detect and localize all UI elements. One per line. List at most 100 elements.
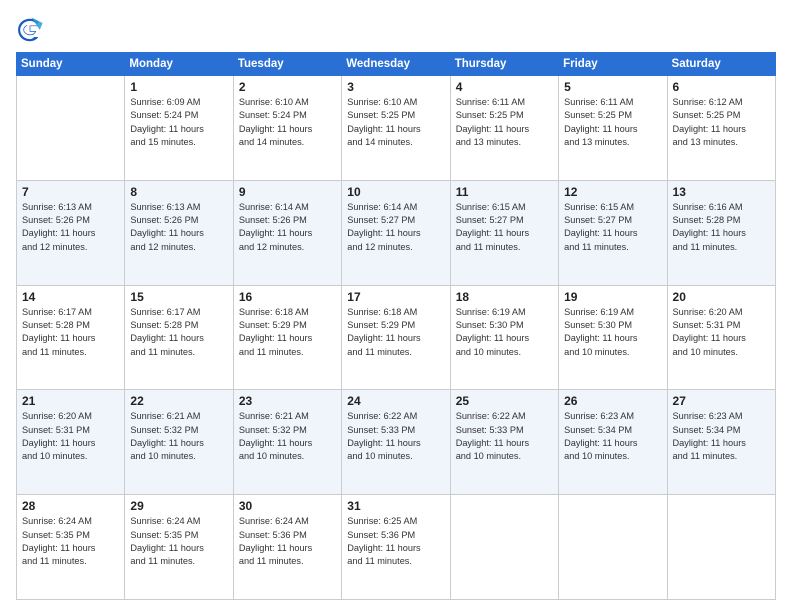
day-info: Sunrise: 6:12 AM Sunset: 5:25 PM Dayligh… [673, 96, 770, 149]
day-info: Sunrise: 6:18 AM Sunset: 5:29 PM Dayligh… [239, 306, 336, 359]
calendar-week-row: 1 Sunrise: 6:09 AM Sunset: 5:24 PM Daylig… [17, 76, 776, 181]
calendar-cell: 29 Sunrise: 6:24 AM Sunset: 5:35 PM Dayli… [125, 495, 233, 600]
calendar-cell: 31 Sunrise: 6:25 AM Sunset: 5:36 PM Dayli… [342, 495, 450, 600]
day-info: Sunrise: 6:13 AM Sunset: 5:26 PM Dayligh… [22, 201, 119, 254]
calendar-cell: 2 Sunrise: 6:10 AM Sunset: 5:24 PM Daylig… [233, 76, 341, 181]
day-number: 7 [22, 185, 119, 199]
day-info: Sunrise: 6:10 AM Sunset: 5:25 PM Dayligh… [347, 96, 444, 149]
logo-icon [16, 16, 44, 44]
calendar-cell: 18 Sunrise: 6:19 AM Sunset: 5:30 PM Dayli… [450, 285, 558, 390]
day-info: Sunrise: 6:25 AM Sunset: 5:36 PM Dayligh… [347, 515, 444, 568]
day-info: Sunrise: 6:24 AM Sunset: 5:35 PM Dayligh… [22, 515, 119, 568]
day-info: Sunrise: 6:11 AM Sunset: 5:25 PM Dayligh… [456, 96, 553, 149]
header [16, 12, 776, 44]
calendar-cell [667, 495, 775, 600]
calendar-cell: 21 Sunrise: 6:20 AM Sunset: 5:31 PM Dayli… [17, 390, 125, 495]
calendar-week-row: 14 Sunrise: 6:17 AM Sunset: 5:28 PM Dayli… [17, 285, 776, 390]
calendar-table: SundayMondayTuesdayWednesdayThursdayFrid… [16, 52, 776, 600]
day-info: Sunrise: 6:24 AM Sunset: 5:35 PM Dayligh… [130, 515, 227, 568]
day-number: 6 [673, 80, 770, 94]
calendar-cell: 10Sunrise: 6:14 AM Sunset: 5:27 PM Dayli… [342, 180, 450, 285]
day-info: Sunrise: 6:23 AM Sunset: 5:34 PM Dayligh… [564, 410, 661, 463]
day-info: Sunrise: 6:14 AM Sunset: 5:26 PM Dayligh… [239, 201, 336, 254]
day-number: 15 [130, 290, 227, 304]
calendar-header: SundayMondayTuesdayWednesdayThursdayFrid… [17, 53, 776, 76]
weekday-header: Saturday [667, 53, 775, 76]
calendar-cell: 16Sunrise: 6:18 AM Sunset: 5:29 PM Dayli… [233, 285, 341, 390]
day-number: 10 [347, 185, 444, 199]
day-info: Sunrise: 6:18 AM Sunset: 5:29 PM Dayligh… [347, 306, 444, 359]
day-info: Sunrise: 6:17 AM Sunset: 5:28 PM Dayligh… [130, 306, 227, 359]
weekday-header: Sunday [17, 53, 125, 76]
calendar-cell: 24Sunrise: 6:22 AM Sunset: 5:33 PM Dayli… [342, 390, 450, 495]
calendar-cell: 7 Sunrise: 6:13 AM Sunset: 5:26 PM Daylig… [17, 180, 125, 285]
day-info: Sunrise: 6:16 AM Sunset: 5:28 PM Dayligh… [673, 201, 770, 254]
calendar-cell: 8 Sunrise: 6:13 AM Sunset: 5:26 PM Daylig… [125, 180, 233, 285]
day-info: Sunrise: 6:13 AM Sunset: 5:26 PM Dayligh… [130, 201, 227, 254]
calendar-cell: 13 Sunrise: 6:16 AM Sunset: 5:28 PM Dayli… [667, 180, 775, 285]
day-number: 21 [22, 394, 119, 408]
day-number: 20 [673, 290, 770, 304]
calendar-cell: 1 Sunrise: 6:09 AM Sunset: 5:24 PM Daylig… [125, 76, 233, 181]
day-number: 14 [22, 290, 119, 304]
day-number: 3 [347, 80, 444, 94]
weekday-row: SundayMondayTuesdayWednesdayThursdayFrid… [17, 53, 776, 76]
day-number: 23 [239, 394, 336, 408]
day-number: 31 [347, 499, 444, 513]
calendar-cell: 15 Sunrise: 6:17 AM Sunset: 5:28 PM Dayli… [125, 285, 233, 390]
day-info: Sunrise: 6:19 AM Sunset: 5:30 PM Dayligh… [564, 306, 661, 359]
calendar-week-row: 7 Sunrise: 6:13 AM Sunset: 5:26 PM Daylig… [17, 180, 776, 285]
day-number: 18 [456, 290, 553, 304]
day-info: Sunrise: 6:23 AM Sunset: 5:34 PM Dayligh… [673, 410, 770, 463]
day-info: Sunrise: 6:15 AM Sunset: 5:27 PM Dayligh… [456, 201, 553, 254]
day-number: 11 [456, 185, 553, 199]
day-info: Sunrise: 6:09 AM Sunset: 5:24 PM Dayligh… [130, 96, 227, 149]
calendar-cell: 17 Sunrise: 6:18 AM Sunset: 5:29 PM Dayli… [342, 285, 450, 390]
calendar-cell: 6 Sunrise: 6:12 AM Sunset: 5:25 PM Daylig… [667, 76, 775, 181]
day-info: Sunrise: 6:11 AM Sunset: 5:25 PM Dayligh… [564, 96, 661, 149]
day-number: 25 [456, 394, 553, 408]
day-info: Sunrise: 6:10 AM Sunset: 5:24 PM Dayligh… [239, 96, 336, 149]
weekday-header: Thursday [450, 53, 558, 76]
weekday-header: Friday [559, 53, 667, 76]
calendar-cell: 3 Sunrise: 6:10 AM Sunset: 5:25 PM Daylig… [342, 76, 450, 181]
calendar-cell: 26Sunrise: 6:23 AM Sunset: 5:34 PM Dayli… [559, 390, 667, 495]
calendar-cell: 27 Sunrise: 6:23 AM Sunset: 5:34 PM Dayli… [667, 390, 775, 495]
day-number: 28 [22, 499, 119, 513]
day-number: 19 [564, 290, 661, 304]
day-info: Sunrise: 6:17 AM Sunset: 5:28 PM Dayligh… [22, 306, 119, 359]
calendar-cell: 22 Sunrise: 6:21 AM Sunset: 5:32 PM Dayli… [125, 390, 233, 495]
day-number: 5 [564, 80, 661, 94]
day-info: Sunrise: 6:22 AM Sunset: 5:33 PM Dayligh… [456, 410, 553, 463]
day-info: Sunrise: 6:19 AM Sunset: 5:30 PM Dayligh… [456, 306, 553, 359]
calendar-week-row: 21 Sunrise: 6:20 AM Sunset: 5:31 PM Dayli… [17, 390, 776, 495]
day-number: 12 [564, 185, 661, 199]
day-info: Sunrise: 6:21 AM Sunset: 5:32 PM Dayligh… [130, 410, 227, 463]
calendar-cell [450, 495, 558, 600]
page: SundayMondayTuesdayWednesdayThursdayFrid… [0, 0, 792, 612]
calendar-cell: 23Sunrise: 6:21 AM Sunset: 5:32 PM Dayli… [233, 390, 341, 495]
day-number: 24 [347, 394, 444, 408]
day-number: 29 [130, 499, 227, 513]
calendar-cell: 25 Sunrise: 6:22 AM Sunset: 5:33 PM Dayli… [450, 390, 558, 495]
calendar-cell: 30Sunrise: 6:24 AM Sunset: 5:36 PM Dayli… [233, 495, 341, 600]
weekday-header: Wednesday [342, 53, 450, 76]
day-number: 17 [347, 290, 444, 304]
day-number: 22 [130, 394, 227, 408]
calendar-cell [17, 76, 125, 181]
day-number: 8 [130, 185, 227, 199]
day-number: 1 [130, 80, 227, 94]
logo [16, 16, 48, 44]
calendar-cell: 14 Sunrise: 6:17 AM Sunset: 5:28 PM Dayli… [17, 285, 125, 390]
day-number: 2 [239, 80, 336, 94]
calendar-cell: 4 Sunrise: 6:11 AM Sunset: 5:25 PM Daylig… [450, 76, 558, 181]
calendar-cell: 11 Sunrise: 6:15 AM Sunset: 5:27 PM Dayli… [450, 180, 558, 285]
day-info: Sunrise: 6:24 AM Sunset: 5:36 PM Dayligh… [239, 515, 336, 568]
day-info: Sunrise: 6:20 AM Sunset: 5:31 PM Dayligh… [22, 410, 119, 463]
day-number: 13 [673, 185, 770, 199]
calendar-cell: 9 Sunrise: 6:14 AM Sunset: 5:26 PM Daylig… [233, 180, 341, 285]
calendar-cell: 12Sunrise: 6:15 AM Sunset: 5:27 PM Dayli… [559, 180, 667, 285]
day-number: 9 [239, 185, 336, 199]
day-number: 4 [456, 80, 553, 94]
day-number: 27 [673, 394, 770, 408]
